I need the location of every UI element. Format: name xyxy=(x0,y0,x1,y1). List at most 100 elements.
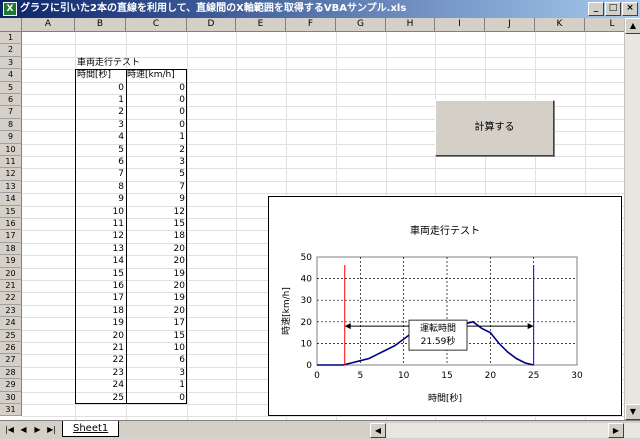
header-time-cell[interactable]: 時間[秒] xyxy=(77,69,125,81)
time-cell[interactable]: 10 xyxy=(75,206,126,218)
speed-cell[interactable]: 20 xyxy=(126,255,187,267)
row-header-25[interactable]: 25 xyxy=(0,329,22,342)
row-header-5[interactable]: 5 xyxy=(0,81,22,94)
speed-cell[interactable]: 0 xyxy=(126,119,187,131)
time-cell[interactable]: 11 xyxy=(75,218,126,230)
speed-cell[interactable]: 3 xyxy=(126,156,187,168)
row-header-26[interactable]: 26 xyxy=(0,342,22,355)
speed-cell[interactable]: 20 xyxy=(126,243,187,255)
speed-cell[interactable]: 9 xyxy=(126,193,187,205)
time-cell[interactable]: 2 xyxy=(75,106,126,118)
row-header-12[interactable]: 12 xyxy=(0,168,22,181)
row-header-18[interactable]: 18 xyxy=(0,242,22,256)
row-header-27[interactable]: 27 xyxy=(0,354,22,367)
time-cell[interactable]: 7 xyxy=(75,168,126,180)
row-header-28[interactable]: 28 xyxy=(0,366,22,380)
row-header-4[interactable]: 4 xyxy=(0,69,22,82)
first-sheet-icon[interactable]: |◀ xyxy=(4,424,15,436)
row-header-22[interactable]: 22 xyxy=(0,292,22,305)
time-cell[interactable]: 9 xyxy=(75,193,126,205)
speed-cell[interactable]: 20 xyxy=(126,280,187,292)
row-header-16[interactable]: 16 xyxy=(0,218,22,231)
time-cell[interactable]: 12 xyxy=(75,230,126,242)
header-speed-cell[interactable]: 時速[km/h] xyxy=(127,69,187,81)
time-cell[interactable]: 1 xyxy=(75,94,126,106)
time-cell[interactable]: 5 xyxy=(75,144,126,156)
close-button[interactable]: × xyxy=(622,2,638,16)
time-cell[interactable]: 8 xyxy=(75,181,126,193)
speed-cell[interactable]: 19 xyxy=(126,268,187,280)
speed-cell[interactable]: 3 xyxy=(126,367,187,379)
column-header-h[interactable]: H xyxy=(386,18,435,32)
column-header-k[interactable]: K xyxy=(535,18,585,32)
time-cell[interactable]: 4 xyxy=(75,131,126,143)
time-cell[interactable]: 21 xyxy=(75,342,126,354)
speed-cell[interactable]: 10 xyxy=(126,342,187,354)
speed-cell[interactable]: 0 xyxy=(126,94,187,106)
row-header-3[interactable]: 3 xyxy=(0,56,22,70)
speed-cell[interactable]: 1 xyxy=(126,131,187,143)
row-header-9[interactable]: 9 xyxy=(0,131,22,144)
time-cell[interactable]: 16 xyxy=(75,280,126,292)
speed-cell[interactable]: 6 xyxy=(126,354,187,366)
row-header-7[interactable]: 7 xyxy=(0,106,22,119)
speed-cell[interactable]: 0 xyxy=(126,82,187,94)
row-header-14[interactable]: 14 xyxy=(0,193,22,206)
speed-cell[interactable]: 19 xyxy=(126,292,187,304)
scroll-left-icon[interactable]: ◀ xyxy=(370,423,386,438)
row-header-17[interactable]: 17 xyxy=(0,230,22,243)
time-cell[interactable]: 25 xyxy=(75,392,126,404)
speed-cell[interactable]: 7 xyxy=(126,181,187,193)
column-header-f[interactable]: F xyxy=(286,18,336,32)
sheet-tab[interactable]: Sheet1 xyxy=(62,421,120,437)
row-header-20[interactable]: 20 xyxy=(0,267,22,280)
time-cell[interactable]: 13 xyxy=(75,243,126,255)
scroll-up-icon[interactable]: ▲ xyxy=(625,18,640,34)
scroll-right-icon[interactable]: ▶ xyxy=(608,423,624,438)
vertical-scrollbar[interactable]: ▲ ▼ xyxy=(624,18,640,420)
speed-cell[interactable]: 2 xyxy=(126,144,187,156)
row-header-10[interactable]: 10 xyxy=(0,143,22,156)
row-header-23[interactable]: 23 xyxy=(0,304,22,318)
column-header-e[interactable]: E xyxy=(236,18,286,32)
calculate-button[interactable]: 計算する xyxy=(435,100,554,156)
time-cell[interactable]: 18 xyxy=(75,305,126,317)
row-header-21[interactable]: 21 xyxy=(0,280,22,293)
horizontal-scrollbar[interactable]: ◀ ▶ xyxy=(370,423,640,438)
speed-cell[interactable]: 0 xyxy=(126,106,187,118)
scroll-down-icon[interactable]: ▼ xyxy=(625,404,640,420)
speed-cell[interactable]: 20 xyxy=(126,305,187,317)
time-cell[interactable]: 14 xyxy=(75,255,126,267)
row-header-2[interactable]: 2 xyxy=(0,44,22,57)
row-header-24[interactable]: 24 xyxy=(0,317,22,330)
row-header-11[interactable]: 11 xyxy=(0,156,22,169)
row-header-8[interactable]: 8 xyxy=(0,118,22,132)
speed-cell[interactable]: 5 xyxy=(126,168,187,180)
prev-sheet-icon[interactable]: ◀ xyxy=(18,424,29,436)
time-cell[interactable]: 19 xyxy=(75,317,126,329)
restore-button[interactable]: □ xyxy=(605,2,621,16)
row-header-30[interactable]: 30 xyxy=(0,391,22,404)
time-cell[interactable]: 3 xyxy=(75,119,126,131)
row-header-1[interactable]: 1 xyxy=(0,32,22,45)
row-header-31[interactable]: 31 xyxy=(0,404,22,417)
column-header-a[interactable]: A xyxy=(22,18,75,32)
minimize-button[interactable]: _ xyxy=(588,2,604,16)
time-cell[interactable]: 0 xyxy=(75,82,126,94)
time-cell[interactable]: 15 xyxy=(75,268,126,280)
row-header-13[interactable]: 13 xyxy=(0,180,22,194)
row-header-19[interactable]: 19 xyxy=(0,255,22,268)
column-header-d[interactable]: D xyxy=(187,18,236,32)
speed-cell[interactable]: 18 xyxy=(126,230,187,242)
spreadsheet-grid[interactable]: ABCDEFGHIJKL 1 2 3 4 5 6 7 8 9 10 11 12 13 14 15 16 17 18… xyxy=(0,18,640,420)
column-header-j[interactable]: J xyxy=(485,18,535,32)
speed-cell[interactable]: 15 xyxy=(126,218,187,230)
row-header-15[interactable]: 15 xyxy=(0,205,22,218)
table-title-cell[interactable]: 車両走行テスト xyxy=(77,57,187,69)
row-header-29[interactable]: 29 xyxy=(0,379,22,392)
column-header-i[interactable]: I xyxy=(435,18,485,32)
speed-cell[interactable]: 17 xyxy=(126,317,187,329)
select-all-corner[interactable] xyxy=(0,18,22,32)
time-cell[interactable]: 23 xyxy=(75,367,126,379)
time-cell[interactable]: 17 xyxy=(75,292,126,304)
